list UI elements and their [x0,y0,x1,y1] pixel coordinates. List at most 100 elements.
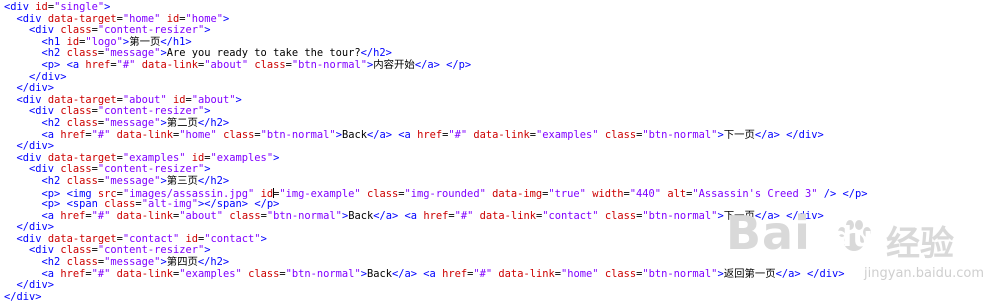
code-value: "about" [204,58,249,71]
code-value: "btn-normal" [642,128,718,141]
code-line[interactable]: <a href="#" data-link="home" class="btn-… [4,128,1000,142]
watermark-url: jingyan.baidu.com [864,266,984,281]
code-value: "#" [91,209,111,222]
code-value: "home" [179,128,217,141]
code-value: "examples" [122,151,186,164]
code-text: 内容开始 [373,58,415,71]
code-value: "#" [448,128,468,141]
code-value: "true" [548,187,586,200]
code-tag: <a [398,128,411,141]
code-tag: <a [66,58,80,71]
code-value: "message" [104,116,161,129]
code-tag: > [204,244,211,257]
code-value: "content-resizer" [97,24,205,37]
code-value: "about" [191,93,236,106]
code-value: "btn-normal" [266,209,342,222]
code-value: "img-rounded" [404,187,486,200]
code-tag: > [260,232,267,245]
code-attribute: data-link [116,128,173,141]
code-value: "img-example" [279,187,361,200]
code-tag: <div [16,151,42,164]
code-tag: <div [29,244,55,257]
code-value: "about" [122,93,167,106]
code-tag: <h1 [41,35,61,48]
code-value: "home" [185,12,224,25]
code-attribute: class [60,163,92,176]
code-attribute: href [442,267,468,280]
code-tag: > [104,1,111,13]
code-attribute: id [191,151,205,164]
code-tag: </a> [754,128,780,141]
code-attribute: class [604,267,637,280]
code-value: "btn-normal" [291,58,367,71]
code-value: "examples" [179,267,242,280]
code-attribute: href [60,209,86,222]
code-value: "#" [91,128,111,141]
code-attribute: id [35,1,48,13]
code-value: "contact" [204,232,261,245]
code-value: "message" [104,256,161,269]
code-attribute: data-target [47,93,117,106]
code-attribute: class [223,128,255,141]
baidu-jingyan-watermark: Bai du 经验 jingyan.baidu.com [726,206,986,294]
code-value: "btn-normal" [260,128,336,141]
baidu-logo-du: du [832,220,874,253]
code-attribute: data-link [473,128,530,141]
code-attribute: data-target [47,151,117,164]
jingyan-label: 经验 [886,224,954,264]
code-attribute: data-link [479,209,536,222]
code-value: "single" [54,1,105,13]
code-value: "contact" [122,232,180,245]
code-tag: <div [4,1,30,13]
code-attribute: id [172,93,186,106]
code-text: Back [348,209,374,222]
code-tag: <a [404,209,418,222]
code-attribute: data-link [498,267,555,280]
code-tag: </div> [16,221,55,234]
code-tag: </h2> [197,116,230,129]
code-tag: </div> [29,70,67,83]
code-value: "contact" [542,209,599,222]
code-attribute: id [185,232,198,245]
code-tag: > [273,151,280,164]
code-attribute: href [60,267,86,280]
code-value: "Assassin's Creed 3" [692,187,818,200]
code-tag: <h2 [41,256,61,269]
code-tag: <h2 [41,174,61,187]
code-tag: <a [423,267,436,280]
code-tag: > [204,105,211,118]
code-line[interactable]: <h2 class="message">第三页</h2> [4,174,1000,188]
code-value: "about" [179,209,224,222]
code-attribute: class [66,256,98,269]
code-attribute: id [66,35,80,48]
code-attribute: width [592,187,624,200]
code-tag: <h2 [41,116,61,129]
code-attribute: class [366,187,399,200]
code-tag: <div [16,232,42,245]
code-text: Back [366,267,392,280]
code-text: Are you ready to take the tour? [166,47,361,60]
code-tag: <h2 [41,47,61,60]
code-attribute: id [166,12,180,25]
code-tag: <p> [41,198,61,211]
code-attribute: href [60,128,86,141]
code-tag: <div [29,105,55,118]
code-tag: </h2> [197,174,230,187]
code-tag: <div [16,93,42,106]
code-attribute: data-target [47,232,117,245]
code-line[interactable]: </div> [4,70,1000,84]
code-value: "#" [473,267,493,280]
code-tag: </div> [786,128,824,141]
code-attribute: class [604,128,637,141]
code-attribute: class [229,209,261,222]
code-value: "message" [104,174,161,187]
code-value: "message" [104,47,161,60]
code-tag: </div> [4,290,42,303]
code-tag: <span [66,198,98,211]
code-tag: </div> [16,82,55,95]
code-tag: > [204,24,211,37]
code-tag: <a [41,267,55,280]
code-attribute: class [104,198,136,211]
code-tag: <a [41,209,55,222]
code-line[interactable]: <p> <a href="#" data-link="about" class=… [4,58,1000,72]
